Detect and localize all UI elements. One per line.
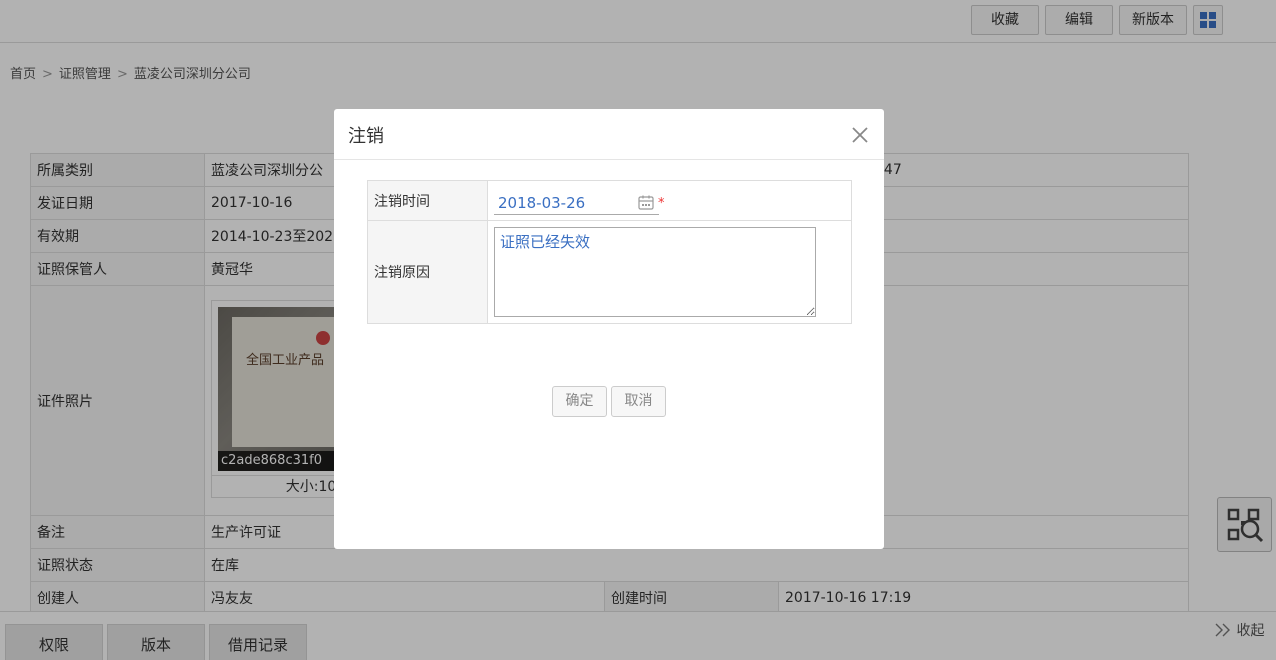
- cancel-reason-textarea[interactable]: 证照已经失效: [494, 227, 816, 317]
- cancel-reason-label: 注销原因: [367, 220, 488, 324]
- dialog-title: 注销: [348, 126, 384, 147]
- calendar-icon[interactable]: [638, 195, 654, 210]
- form-row: 注销原因 证照已经失效: [367, 220, 852, 324]
- cancel-button[interactable]: 取消: [611, 386, 666, 417]
- required-mark: *: [658, 196, 665, 211]
- cancel-license-dialog: 注销 注销时间 2018-03-26 注销原因 证照已经失效 * 确定 取消: [334, 109, 884, 549]
- form-row: 注销时间 2018-03-26: [367, 180, 852, 221]
- cancel-date-value: 2018-03-26: [498, 193, 586, 212]
- cancel-date-input[interactable]: 2018-03-26: [494, 187, 659, 215]
- confirm-button[interactable]: 确定: [552, 386, 607, 417]
- cancel-form: 注销时间 2018-03-26 注销原因 证照已经失效: [367, 180, 852, 324]
- cancel-time-label: 注销时间: [367, 180, 488, 221]
- close-icon[interactable]: [850, 125, 870, 145]
